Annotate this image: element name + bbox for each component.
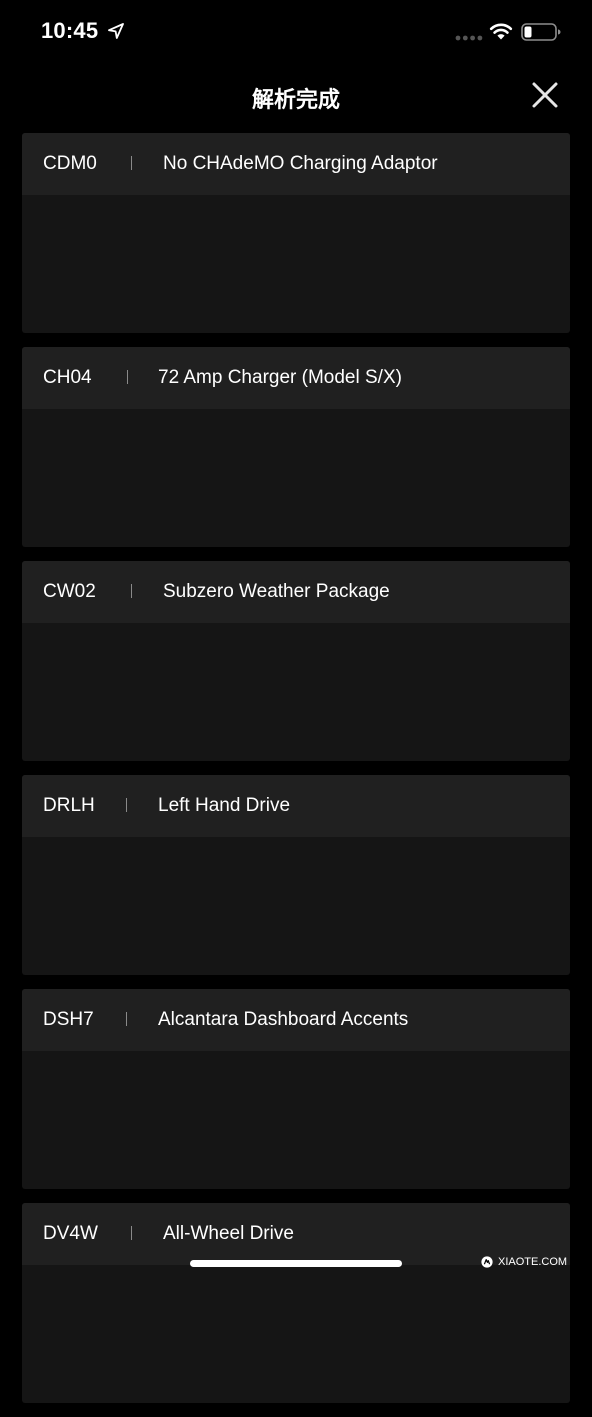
- xiaote-logo-icon: [481, 1256, 493, 1268]
- watermark: XIAOTE.COM: [481, 1254, 567, 1270]
- option-separator: [127, 370, 128, 384]
- option-header: DSH7 Alcantara Dashboard Accents: [22, 989, 570, 1051]
- option-card-cdm0: CDM0 No CHAdeMO Charging Adaptor: [22, 133, 570, 333]
- option-code: DV4W: [43, 1223, 98, 1244]
- option-card-cw02: CW02 Subzero Weather Package: [22, 561, 570, 761]
- option-list: CDM0 No CHAdeMO Charging Adaptor CH04 72…: [22, 133, 570, 1417]
- option-header: CDM0 No CHAdeMO Charging Adaptor: [22, 133, 570, 195]
- status-bar: 10:45: [0, 0, 592, 62]
- option-description: Alcantara Dashboard Accents: [158, 1009, 409, 1030]
- nav-bar: 解析完成: [0, 62, 592, 128]
- option-description: No CHAdeMO Charging Adaptor: [163, 153, 438, 174]
- option-code: CW02: [43, 581, 96, 602]
- option-description: Left Hand Drive: [158, 795, 291, 816]
- option-header: DRLH Left Hand Drive: [22, 775, 570, 837]
- watermark-text: XIAOTE.COM: [498, 1256, 568, 1268]
- cellular-signal-icon: [455, 35, 483, 41]
- option-code: CDM0: [43, 153, 97, 174]
- option-code: CH04: [43, 367, 92, 388]
- option-separator: [131, 584, 132, 598]
- option-card-drlh: DRLH Left Hand Drive: [22, 775, 570, 975]
- battery-icon: [521, 23, 561, 41]
- option-header: CH04 72 Amp Charger (Model S/X): [22, 347, 570, 409]
- status-time: 10:45: [41, 18, 99, 43]
- option-separator: [126, 798, 127, 812]
- option-separator: [131, 1226, 132, 1240]
- wifi-icon: [489, 23, 513, 40]
- option-description: All-Wheel Drive: [163, 1223, 294, 1244]
- option-card-dv4w: DV4W All-Wheel Drive: [22, 1203, 570, 1403]
- location-arrow-icon: [108, 23, 124, 39]
- close-icon[interactable]: [528, 78, 562, 112]
- option-header: CW02 Subzero Weather Package: [22, 561, 570, 623]
- page-title: 解析完成: [251, 88, 340, 113]
- option-description: Subzero Weather Package: [163, 581, 390, 602]
- option-separator: [126, 1012, 127, 1026]
- option-code: DSH7: [43, 1009, 94, 1030]
- home-indicator[interactable]: [190, 1260, 402, 1267]
- option-card-dsh7: DSH7 Alcantara Dashboard Accents: [22, 989, 570, 1189]
- option-code: DRLH: [43, 795, 95, 816]
- option-card-ch04: CH04 72 Amp Charger (Model S/X): [22, 347, 570, 547]
- option-description: 72 Amp Charger (Model S/X): [158, 367, 402, 388]
- option-separator: [131, 156, 132, 170]
